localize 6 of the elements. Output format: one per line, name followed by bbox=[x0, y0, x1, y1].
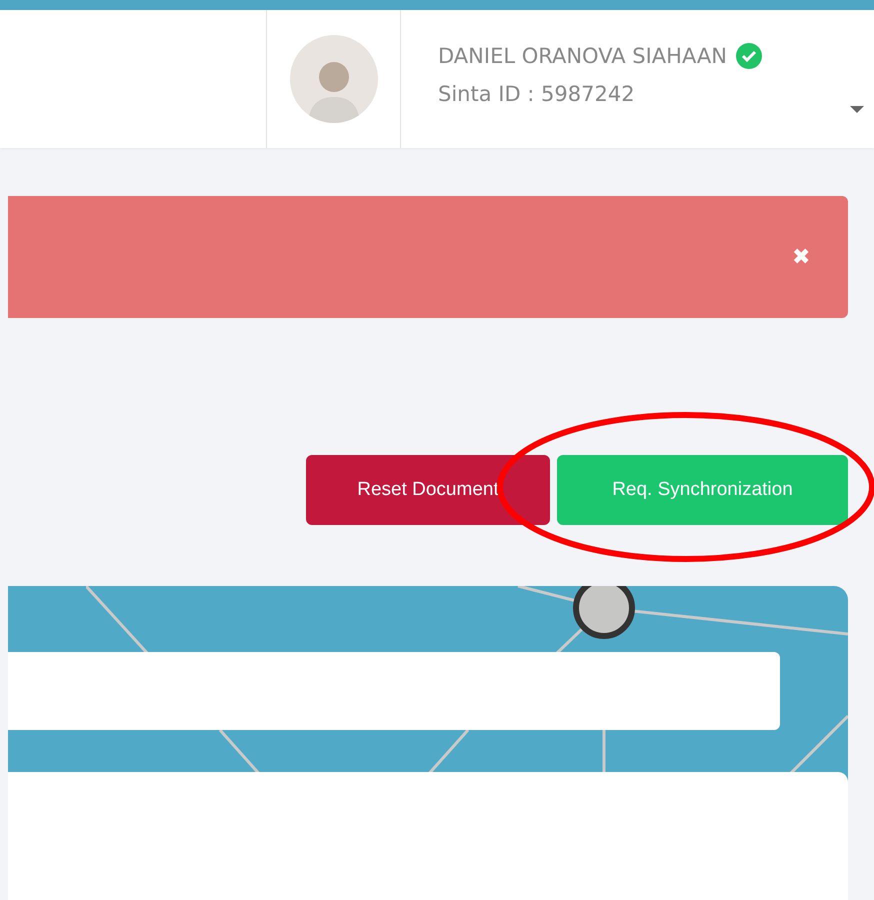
sync-button[interactable]: Req. Synchronization bbox=[557, 455, 848, 525]
close-button[interactable]: ✖ bbox=[792, 244, 810, 270]
caret-icon[interactable] bbox=[850, 106, 864, 114]
user-name: DANIEL ORANOVA SIAHAAN bbox=[438, 44, 727, 68]
reset-button[interactable]: Reset Document bbox=[306, 455, 550, 525]
sinta-id: Sinta ID : 5987242 bbox=[438, 82, 636, 106]
